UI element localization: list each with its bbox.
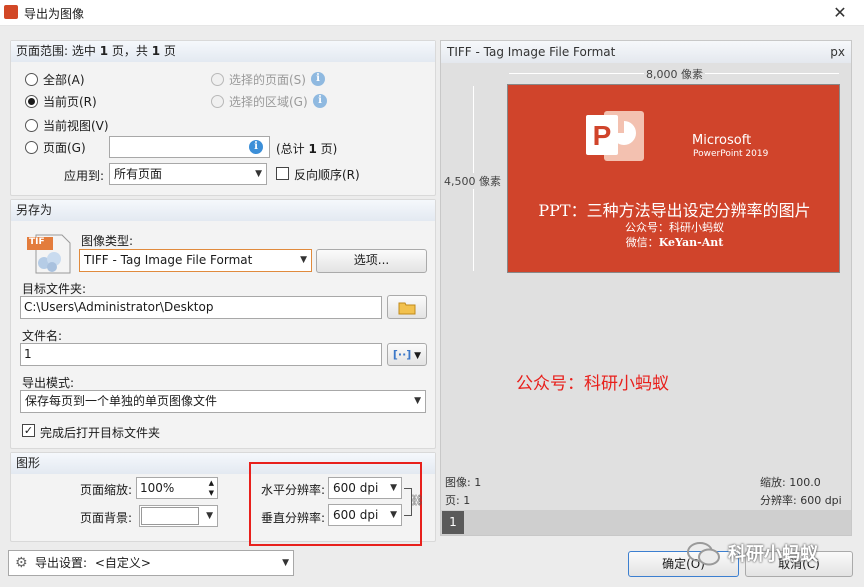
window-title: 导出为图像 — [24, 7, 85, 21]
browse-folder-button[interactable] — [387, 295, 427, 319]
radio-all[interactable] — [25, 73, 38, 86]
slide-line-2: 微信：KeYan-Ant — [625, 236, 724, 249]
radio-pages-label: 页面(G) — [43, 141, 86, 155]
radio-current-view[interactable] — [25, 119, 38, 132]
ok-button[interactable]: 确定(O) — [628, 551, 739, 577]
export-settings-value: <自定义> — [94, 556, 151, 570]
app-icon — [4, 5, 18, 19]
page-strip — [441, 510, 851, 535]
export-mode-select[interactable]: 保存每页到一个单独的单页图像文件 ▼ — [20, 390, 426, 413]
preview-unit: px — [830, 45, 845, 59]
radio-selected-area[interactable] — [211, 95, 224, 108]
svg-text:P: P — [593, 120, 612, 151]
v-res-select[interactable]: 600 dpi ▼ — [328, 504, 402, 526]
filename-macro-button[interactable]: [··] ▼ — [387, 343, 427, 366]
chevron-down-icon: ▼ — [390, 483, 397, 493]
page-range-title: 页面范围: 选中 1 页，共 1 页 — [11, 41, 435, 62]
reverse-order-label: 反向顺序(R) — [294, 168, 360, 182]
options-button[interactable]: 选项... — [316, 249, 427, 273]
page-zoom-spinner[interactable]: 100% ▲ ▼ — [136, 477, 218, 499]
export-settings-select[interactable]: ⚙ 导出设置: <自定义> ▼ — [8, 550, 294, 576]
v-res-value: 600 dpi — [333, 508, 379, 522]
image-count: 图像: 1 — [445, 476, 482, 489]
resolution-readout: 分辨率: 600 dpi — [760, 494, 842, 507]
chevron-down-icon: ▼ — [206, 511, 213, 521]
wechat-icon — [686, 540, 722, 568]
gear-icon: ⚙ — [15, 555, 28, 571]
preview-watermark: 公众号：科研小蚂蚁 — [516, 374, 669, 394]
image-type-select[interactable]: TIFF - Tag Image File Format ▼ — [79, 249, 312, 272]
powerpoint-logo-icon: P — [586, 103, 648, 167]
info-icon[interactable]: i — [313, 94, 327, 108]
slide-brand-2: PowerPoint 2019 — [693, 149, 769, 159]
h-res-select[interactable]: 600 dpi ▼ — [328, 477, 402, 499]
save-as-title: 另存为 — [11, 200, 435, 221]
tif-file-icon: TIF — [26, 233, 72, 275]
macro-icon: [··] — [392, 348, 412, 361]
info-icon[interactable]: i — [249, 140, 263, 154]
zoom-readout: 缩放: 100.0 — [760, 476, 821, 489]
slide-thumbnail: P Microsoft PowerPoint 2019 PPT：三种方法导出设定… — [507, 84, 840, 273]
overlay-watermark: 科研小蚂蚁 — [728, 544, 818, 565]
slide-title: PPT：三种方法导出设定分辨率的图片 — [538, 201, 811, 220]
spinner-arrows-icon[interactable]: ▲ ▼ — [209, 478, 214, 498]
slide-line-1: 公众号：科研小蚂蚁 — [625, 221, 724, 234]
color-swatch — [141, 507, 199, 525]
page-count: 页: 1 — [445, 494, 471, 507]
folder-icon — [398, 302, 416, 315]
v-res-label: 垂直分辨率: — [261, 511, 326, 525]
preview-header: TIFF - Tag Image File Format px — [441, 41, 851, 63]
reverse-order-checkbox[interactable] — [276, 167, 289, 180]
open-folder-label: 完成后打开目标文件夹 — [40, 426, 161, 440]
target-folder-label: 目标文件夹: — [22, 282, 87, 296]
total-pages-note: (总计 1 页) — [276, 142, 338, 156]
open-folder-checkbox[interactable]: ✓ — [22, 424, 35, 437]
slide-brand-1: Microsoft — [692, 133, 752, 148]
chevron-down-icon: ▼ — [282, 558, 289, 568]
chevron-down-icon: ▼ — [255, 169, 262, 179]
pages-input[interactable] — [109, 136, 270, 158]
radio-current-page[interactable] — [25, 95, 38, 108]
filename-input[interactable]: 1 — [20, 343, 382, 366]
target-folder-input[interactable]: C:\Users\Administrator\Desktop — [20, 296, 382, 319]
radio-current-page-label: 当前页(R) — [43, 95, 97, 109]
h-res-label: 水平分辨率: — [261, 483, 326, 497]
page-bg-label: 页面背景: — [80, 511, 133, 525]
height-dimension-label: 4,500 像素 — [444, 173, 501, 189]
chevron-down-icon: ▼ — [390, 510, 397, 520]
width-dimension-label: 8,000 像素 — [644, 66, 705, 82]
close-icon[interactable]: ✕ — [828, 3, 852, 23]
apply-to-select[interactable]: 所有页面 ▼ — [109, 163, 267, 185]
preview-format: TIFF - Tag Image File Format — [447, 45, 616, 59]
radio-current-view-label: 当前视图(V) — [43, 119, 109, 133]
filename-label: 文件名: — [22, 329, 63, 343]
image-type-label: 图像类型: — [81, 234, 134, 248]
export-mode-value: 保存每页到一个单独的单页图像文件 — [25, 394, 218, 408]
chevron-down-icon: ▼ — [300, 255, 307, 265]
tif-icon-label: TIF — [29, 237, 45, 247]
h-res-value: 600 dpi — [333, 481, 379, 495]
chevron-down-icon: ▼ — [414, 396, 421, 406]
radio-all-label: 全部(A) — [43, 73, 85, 87]
page-tab-1[interactable]: 1 — [442, 511, 464, 534]
page-zoom-label: 页面缩放: — [80, 483, 133, 497]
page-bg-select[interactable]: ▼ — [139, 505, 218, 527]
radio-selected-pages-label: 选择的页面(S) — [229, 73, 306, 87]
chevron-down-icon: ▼ — [411, 351, 422, 361]
radio-pages[interactable] — [25, 141, 38, 154]
radio-selected-area-label: 选择的区域(G) — [229, 95, 308, 109]
radio-selected-pages[interactable] — [211, 73, 224, 86]
export-settings-label: 导出设置: — [35, 556, 88, 570]
apply-to-value: 所有页面 — [114, 167, 163, 181]
chain-link-icon[interactable]: ⛓ — [410, 494, 424, 508]
export-mode-label: 导出模式: — [22, 376, 75, 390]
info-icon[interactable]: i — [311, 72, 325, 86]
apply-to-label: 应用到: — [64, 169, 105, 183]
image-type-value: TIFF - Tag Image File Format — [84, 253, 253, 267]
title-bar: 导出为图像 ✕ — [0, 0, 864, 26]
page-zoom-value: 100% — [140, 481, 175, 495]
